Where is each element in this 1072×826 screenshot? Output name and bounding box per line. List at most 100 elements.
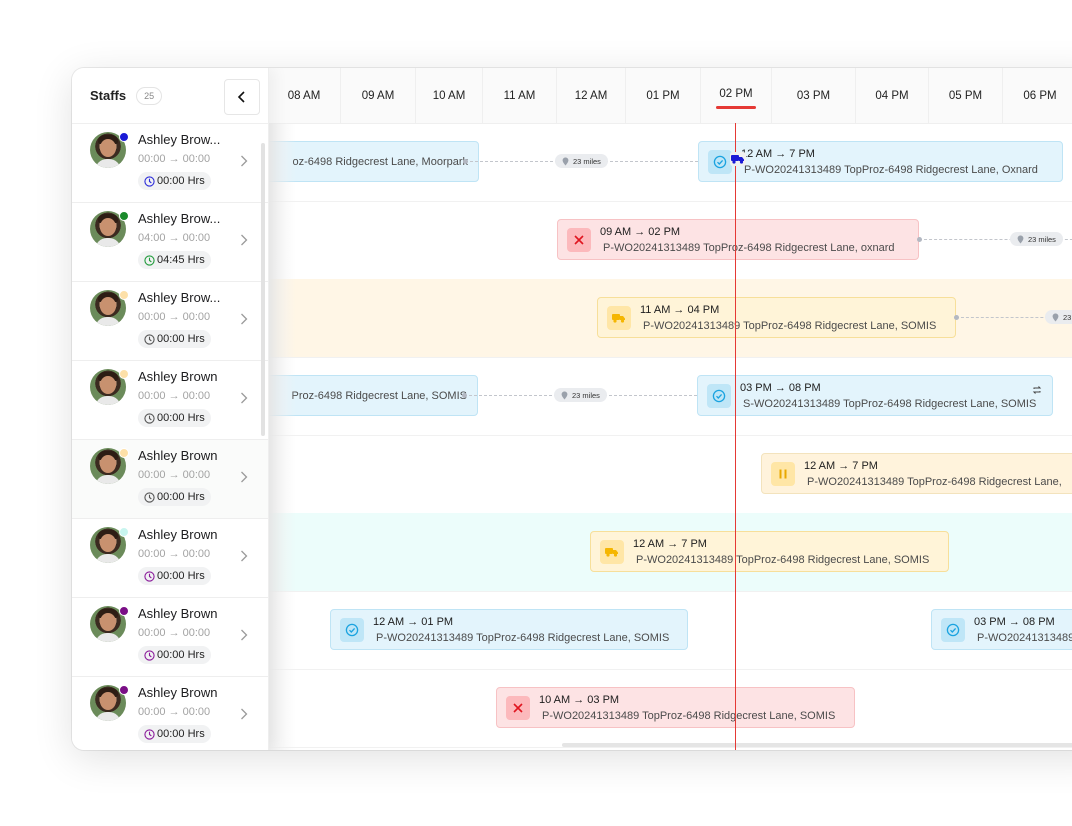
hour-column-08-am: 08 AM	[268, 68, 341, 123]
hour-label: 08 AM	[287, 89, 321, 102]
chevron-right-icon[interactable]	[240, 233, 248, 251]
job-card-completed[interactable]: 12 AM → 01 PM P-WO20241313489 TopProz-64…	[330, 609, 688, 650]
staff-shift-time: 00:00 → 00:00	[138, 469, 211, 481]
timeline-row: 12 AM → 01 PM P-WO20241313489 TopProz-64…	[268, 591, 1072, 670]
distance-badge: 23 miles	[554, 388, 607, 402]
job-time-range: 12 AM → 01 PM	[373, 616, 454, 628]
staff-name: Ashley Brown	[138, 527, 218, 542]
staff-list: Ashley Brow... 00:00 → 00:00 00:00 Hrs A…	[72, 124, 268, 750]
staff-name: Ashley Brow...	[138, 290, 221, 305]
staff-item[interactable]: Ashley Brown 00:00 → 00:00 00:00 Hrs	[72, 598, 268, 677]
clock-icon	[144, 491, 155, 503]
hours-chip: 00:00 Hrs	[138, 330, 211, 348]
job-time-range: 10 AM → 03 PM	[539, 694, 620, 706]
distance-value: 23	[1063, 312, 1072, 322]
staff-name: Ashley Brow...	[138, 211, 221, 226]
timeline-header: 08 AM 09 AM 10 AM 11 AM 12 AM 01 PM 02 PM 03 PM…	[268, 68, 1072, 124]
job-time-range: 09 AM → 02 PM	[600, 226, 681, 238]
staff-shift-time: 04:00 → 00:00	[138, 232, 211, 244]
check-circle-icon	[941, 618, 965, 642]
staff-item[interactable]: Ashley Brown 00:00 → 00:00 00:00 Hrs	[72, 361, 268, 440]
distance-badge: 23 miles	[1010, 232, 1063, 246]
chevron-right-icon[interactable]	[240, 628, 248, 646]
staff-shift-time: 00:00 → 00:00	[138, 311, 211, 323]
truck-icon	[600, 540, 624, 564]
job-address: P-WO20241313489 TopProz-6498 Ridgecrest …	[636, 554, 930, 566]
job-card-in-transit[interactable]: 11 AM → 04 PM P-WO20241313489 TopProz-64…	[597, 297, 956, 338]
staff-item[interactable]: Ashley Brow... 00:00 → 00:00 00:00 Hrs	[72, 124, 268, 203]
status-dot	[119, 290, 129, 300]
timeline-row: 12 AM → 7 PM P-WO20241313489 TopProz-649…	[268, 513, 1072, 592]
staff-item[interactable]: Ashley Brow... 04:00 → 00:00 04:45 Hrs	[72, 203, 268, 282]
hour-column-10-am: 10 AM	[416, 68, 483, 123]
job-address: P-WO20241313489 TopProz-6498 Ridgecrest …	[744, 164, 1038, 176]
job-time-range: 12 AM → 7 PM	[804, 460, 878, 472]
staff-item[interactable]: Ashley Brown 00:00 → 00:00 00:00 Hrs	[72, 519, 268, 598]
staff-shift-time: 00:00 → 00:00	[138, 153, 211, 165]
truck-icon	[607, 306, 631, 330]
hours-chip: 04:45 Hrs	[138, 251, 211, 269]
chevron-right-icon[interactable]	[240, 312, 248, 330]
hour-column-05-pm: 05 PM	[929, 68, 1003, 123]
chevron-right-icon[interactable]	[240, 707, 248, 725]
hours-value: 04:45 Hrs	[157, 254, 205, 266]
connector-dot	[462, 393, 467, 398]
horizontal-scrollbar[interactable]	[562, 743, 1072, 747]
chevron-right-icon[interactable]	[240, 470, 248, 488]
job-card-completed[interactable]: 03 PM → 08 PM S-WO20241313489 TopProz-64…	[697, 375, 1053, 416]
chevron-right-icon[interactable]	[240, 391, 248, 409]
distance-badge: 23 miles	[555, 154, 608, 168]
staff-item[interactable]: Ashley Brown 00:00 → 00:00 00:00 Hrs	[72, 677, 268, 750]
job-address: P-WO20241313489 TopProz-6498 Ridgecrest …	[603, 242, 895, 254]
job-card-in-transit[interactable]: 12 AM → 7 PM P-WO20241313489 TopProz-649…	[590, 531, 949, 572]
job-card-cancelled[interactable]: 10 AM → 03 PM P-WO20241313489 TopProz-64…	[496, 687, 855, 728]
job-address: P-WO20241313489 TopProz-6498 Ridgecrest …	[643, 320, 937, 332]
timeline-row: 11 AM → 04 PM P-WO20241313489 TopProz-64…	[268, 279, 1072, 358]
job-address: P-WO20241313489 TopProz-6498 Ridgecrest …	[807, 476, 1062, 488]
x-icon	[567, 228, 591, 252]
hour-column-12-am: 12 AM	[557, 68, 626, 123]
clock-icon	[144, 175, 155, 187]
map-pin-icon	[1017, 235, 1024, 243]
chevron-right-icon[interactable]	[240, 154, 248, 172]
timeline-row: Proz-6498 Ridgecrest Lane, SOMIS 03 PM →…	[208, 357, 1072, 436]
hours-chip: 00:00 Hrs	[138, 488, 211, 506]
job-address: Proz-6498 Ridgecrest Lane, SOMIS	[291, 390, 467, 402]
distance-value: 23 miles	[573, 156, 601, 166]
job-card-paused[interactable]: 12 AM → 7 PM P-WO20241313489 TopProz-649…	[761, 453, 1072, 494]
staff-item[interactable]: Ashley Brow... 00:00 → 00:00 00:00 Hrs	[72, 282, 268, 361]
staff-item[interactable]: Ashley Brown 00:00 → 00:00 00:00 Hrs	[72, 440, 268, 519]
job-card-cancelled[interactable]: 09 AM → 02 PM P-WO20241313489 TopProz-64…	[557, 219, 919, 260]
hour-label: 09 AM	[361, 89, 395, 102]
staff-name: Ashley Brown	[138, 369, 218, 384]
collapse-sidebar-button[interactable]	[224, 79, 260, 115]
clock-icon	[144, 570, 155, 582]
scroll-fade	[268, 123, 296, 750]
timeline-row: oz-6498 Ridgecrest Lane, Moorpark 12 AM …	[208, 123, 1072, 202]
truck-marker-icon[interactable]	[730, 152, 746, 166]
map-pin-icon	[1052, 313, 1059, 321]
staff-name: Ashley Brown	[138, 685, 218, 700]
sidebar-scrollbar[interactable]	[261, 143, 265, 436]
sidebar-header: Staffs 25	[72, 68, 268, 124]
staff-name: Ashley Brown	[138, 448, 218, 463]
pause-icon	[771, 462, 795, 486]
hour-label: 10 AM	[432, 89, 466, 102]
status-dot	[119, 606, 129, 616]
x-icon	[506, 696, 530, 720]
job-time-range: 03 PM → 08 PM	[740, 382, 821, 394]
scheduler-panel: Staffs 25 Ashley Brow... 00:00 → 00:00 0…	[72, 68, 1072, 750]
staff-name: Ashley Brow...	[138, 132, 221, 147]
hours-value: 00:00 Hrs	[157, 649, 205, 661]
hours-chip: 00:00 Hrs	[138, 172, 211, 190]
job-card-completed[interactable]: 03 PM → 08 PM P-WO20241313489	[931, 609, 1072, 650]
chevron-right-icon[interactable]	[240, 549, 248, 567]
job-card-completed[interactable]: 12 AM → 7 PM P-WO20241313489 TopProz-649…	[698, 141, 1063, 182]
clock-icon	[144, 649, 155, 661]
hour-label: 11 AM	[503, 89, 536, 102]
hours-chip: 00:00 Hrs	[138, 725, 211, 743]
staff-name: Ashley Brown	[138, 606, 218, 621]
active-hour-underline	[716, 106, 756, 109]
hours-value: 00:00 Hrs	[157, 570, 205, 582]
map-pin-icon	[562, 157, 569, 165]
